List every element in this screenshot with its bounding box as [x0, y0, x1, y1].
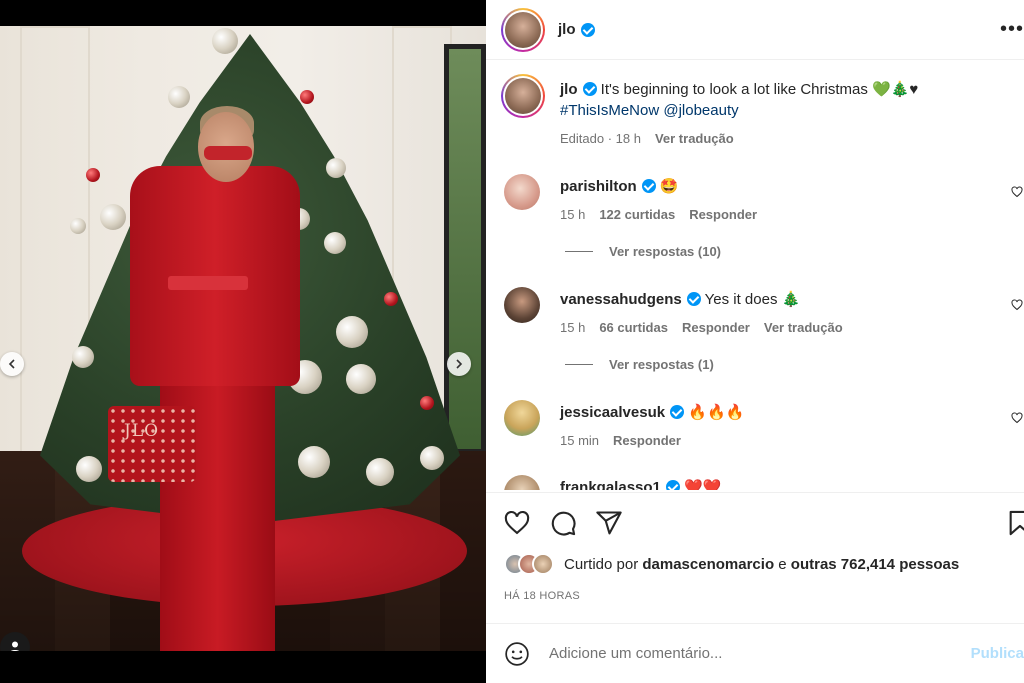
ornament: [324, 232, 346, 254]
heart-icon[interactable]: [503, 509, 531, 537]
view-replies-button[interactable]: Ver respostas (10): [565, 244, 721, 259]
comment-text: ❤️❤️: [684, 479, 722, 490]
likes-summary[interactable]: Curtido por damascenomarcio e outras 762…: [504, 553, 959, 575]
caption-username[interactable]: jlo: [560, 81, 578, 98]
verified-badge-icon: [670, 405, 685, 419]
comment-reply-button[interactable]: Responder: [689, 207, 757, 222]
publish-button[interactable]: Publica: [971, 645, 1024, 662]
ornament: [420, 446, 444, 470]
verified-badge-icon: [582, 82, 597, 96]
caption-text: It's beginning to look a lot like Christ…: [600, 81, 919, 98]
verified-badge-icon: [665, 480, 680, 490]
ornament: [346, 364, 376, 394]
comment-text: 🤩: [659, 178, 679, 195]
chevron-left-icon: [8, 359, 15, 369]
liker-avatar: [532, 553, 554, 575]
comment-input[interactable]: [549, 645, 929, 662]
comment-username[interactable]: vanessahudgens: [560, 291, 682, 308]
verified-badge-icon: [686, 292, 701, 306]
caption-hashtags[interactable]: #ThisIsMeNow @jlobeauty: [560, 102, 739, 119]
likes-user[interactable]: damascenomarcio: [642, 556, 774, 573]
comment-likes[interactable]: 122 curtidas: [599, 207, 675, 222]
ornament: [100, 204, 126, 230]
comment-likes[interactable]: 66 curtidas: [599, 320, 668, 335]
window: [444, 44, 486, 454]
comment-like-icon[interactable]: [1011, 412, 1023, 424]
ornament: [298, 446, 330, 478]
comment-reply-button[interactable]: Responder: [613, 433, 681, 448]
comment-text: 🔥🔥🔥: [688, 404, 745, 421]
comment-reply-button[interactable]: Responder: [682, 320, 750, 335]
ornament: [168, 86, 190, 108]
comment-avatar[interactable]: [504, 475, 540, 490]
ornament: [212, 28, 238, 54]
carousel-next-button[interactable]: [447, 352, 471, 376]
user-icon: [11, 641, 19, 651]
ornament: [326, 158, 346, 178]
ornament: [336, 316, 368, 348]
chevron-right-icon: [456, 359, 463, 369]
comment-avatar[interactable]: [504, 400, 540, 436]
comment-username[interactable]: parishilton: [560, 178, 637, 195]
send-icon[interactable]: [595, 509, 623, 537]
comment-like-icon[interactable]: [1011, 186, 1023, 198]
instagram-post-modal: JLO jlo ••• jlo It's beginning to look a…: [0, 0, 1024, 683]
caption-translate-link[interactable]: Ver tradução: [655, 131, 734, 146]
bookmark-icon[interactable]: [1006, 509, 1024, 537]
comment-time: 15 h: [560, 207, 586, 222]
ornament: [76, 456, 102, 482]
caption-edited: Editado · 18 h: [560, 131, 641, 146]
handbag-monogram: JLO: [124, 421, 160, 441]
comment-like-icon[interactable]: [1011, 299, 1023, 311]
smiley-icon[interactable]: [504, 641, 530, 667]
comment-composer: Publica: [486, 623, 1024, 683]
ornament: [420, 396, 434, 410]
post-header: jlo •••: [486, 0, 1024, 60]
ornament: [300, 90, 314, 104]
comment-avatar[interactable]: [504, 174, 540, 210]
more-options-icon[interactable]: •••: [1000, 18, 1024, 41]
post-timestamp[interactable]: HÁ 18 HORAS: [504, 590, 580, 602]
caption-avatar[interactable]: [501, 74, 545, 118]
view-replies-button[interactable]: Ver respostas (1): [565, 357, 714, 372]
author-avatar[interactable]: [501, 7, 545, 52]
ornament: [366, 458, 394, 486]
comment-username[interactable]: frankgalasso1: [560, 479, 661, 490]
handbag: [108, 406, 196, 482]
comment-icon[interactable]: [549, 509, 577, 537]
comments-section: jlo It's beginning to look a lot like Ch…: [486, 62, 1024, 490]
comment-username[interactable]: jessicaalvesuk: [560, 404, 665, 421]
ornament: [86, 168, 100, 182]
belt: [168, 276, 248, 290]
ornament: [70, 218, 86, 234]
comment-avatar[interactable]: [504, 287, 540, 323]
likes-middle: e: [778, 555, 787, 573]
verified-badge-icon: [641, 179, 656, 193]
sunglasses: [204, 146, 252, 160]
post-photo[interactable]: JLO: [0, 26, 486, 651]
comment-translate-link[interactable]: Ver tradução: [764, 320, 843, 335]
likes-others[interactable]: outras 762,414 pessoas: [791, 556, 959, 573]
ornament: [384, 292, 398, 306]
comment-text: Yes it does 🎄: [704, 291, 801, 308]
carousel-prev-button[interactable]: [0, 352, 24, 376]
ornament: [72, 346, 94, 368]
action-bar: [486, 492, 1024, 552]
verified-badge-icon: [580, 22, 595, 37]
comment-time: 15 min: [560, 433, 600, 448]
likes-prefix: Curtido por: [564, 555, 639, 573]
comment-time: 15 h: [560, 320, 586, 335]
post-side-panel: jlo ••• jlo It's beginning to look a lot…: [486, 0, 1024, 683]
author-username[interactable]: jlo: [558, 21, 576, 38]
